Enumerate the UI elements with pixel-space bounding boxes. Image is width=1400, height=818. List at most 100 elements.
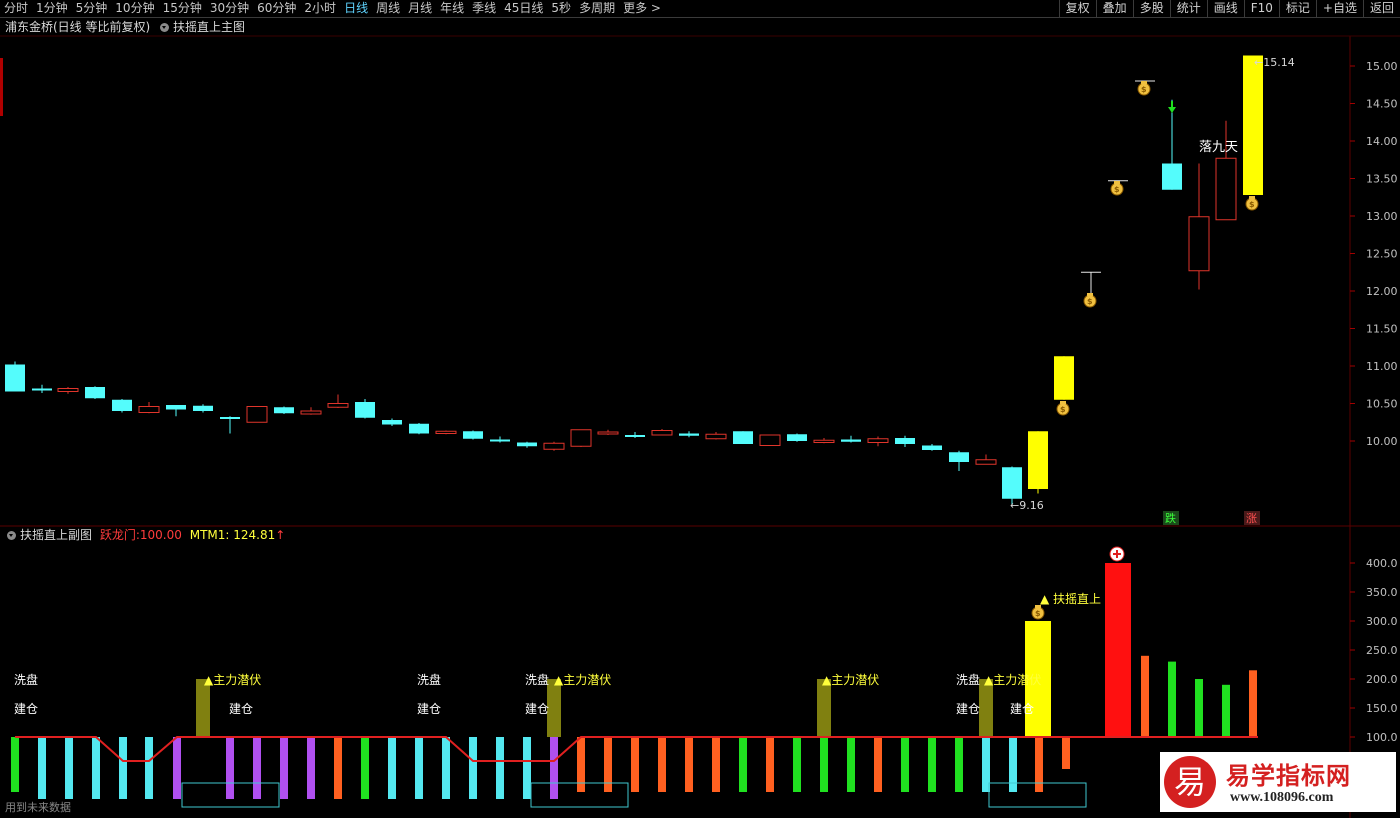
candlesticks [5,55,1263,504]
sub-bar-down [658,737,666,792]
fuyao-label: ▲ 扶摇直上 [1040,591,1101,606]
sub-bar-down [334,737,342,799]
sub-bar-down [38,737,46,799]
main-annotations: $ $ $ $ $ [1056,81,1259,416]
candle-body [274,407,294,414]
left-marker [0,58,3,116]
candle [355,399,375,419]
die-tag: 跌 [1165,511,1176,525]
candle [193,404,213,413]
candle-body [85,387,105,399]
candle-body [490,439,510,442]
sub-value-axis: 400.0 350.0 300.0 250.0 200.0 150.0 100.0 [1350,557,1398,744]
sub-bar-up [1249,670,1257,737]
money-bag-icon: $ [1110,181,1124,196]
xipan-label-3: 洗盘 [525,672,549,687]
candle [813,438,835,444]
watermark-banner: 易 易学指标网 www.108096.com [1160,752,1396,812]
sub-bar-up [979,679,993,737]
candle-body [1054,356,1074,400]
candle [922,444,942,451]
watermark-title: 易学指标网 [1226,762,1351,790]
candle [220,416,240,434]
sub-bar-down [712,737,720,792]
candle [463,430,483,440]
candle-body [975,459,997,465]
candle [570,429,592,447]
money-bag-sign: $ [1249,200,1255,209]
candle-body [246,406,268,423]
money-bag-neck [1087,293,1093,296]
candle [841,435,861,443]
candle-body [1162,163,1182,190]
xipan-label-4: 洗盘 [956,672,980,687]
candle [1028,431,1048,494]
candle [1243,55,1263,195]
candle [1054,356,1074,400]
money-bag-neck [1141,81,1147,84]
candle-body [463,431,483,439]
candle-body [435,430,457,434]
candle-body [597,431,619,435]
candle [543,441,565,451]
sub-bar-down [928,737,936,792]
zhuli-label-4: ▲主力潜伏 [984,673,1041,687]
sub-bar-down [145,737,153,799]
sub-bar-down [847,737,855,792]
candle-body [32,388,52,391]
money-bag-icon: $ [1245,196,1259,211]
price-tick-label: 12.50 [1366,248,1398,261]
candle [517,441,537,448]
money-bag-sign: $ [1060,405,1066,414]
high-price-marker: ←15.14 [1254,56,1295,69]
sub-bar-down [469,737,477,799]
sub-bar-up [1222,684,1230,737]
candle-body [300,410,322,415]
candle-body [327,403,349,408]
sub-bar-down [496,737,504,799]
money-bag-sign: $ [1087,297,1093,306]
sub-bar-down [1062,737,1070,769]
sub-bar-down [739,737,747,792]
sub-bar-up [547,679,561,737]
candle [409,423,429,435]
candle [1215,120,1237,221]
candle [679,431,699,438]
sub-bar-down [119,737,127,799]
candle-body [651,430,673,436]
sub-bar-down [92,737,100,799]
sub-bar-down [226,737,234,799]
sub-bar-down [388,737,396,799]
candle [597,429,619,435]
watermark-logo: 易 [1164,756,1216,808]
candle-body [1002,467,1022,499]
money-bag-sign: $ [1114,185,1120,194]
main-price-axis: 15.00 14.50 14.00 13.50 13.00 12.50 12.00 11.50… [1350,60,1398,448]
price-tick-label: 13.50 [1366,173,1398,186]
watermark-url: www.108096.com [1230,790,1334,805]
candle-body [867,438,889,443]
sub-bar-down [1035,737,1043,792]
sub-bar-down [1009,737,1017,792]
chart-canvas[interactable]: 15.00 14.50 14.00 13.50 13.00 12.50 12.00 11.50… [0,0,1400,818]
candle-body [813,439,835,443]
money-bag-neck [1114,181,1120,184]
candle [1162,99,1182,190]
zhuli-label-2: ▲主力潜伏 [554,673,611,687]
candle [1188,163,1210,290]
value-tick-label: 100.0 [1366,731,1398,744]
candle [327,394,349,408]
sub-bar-down [685,737,693,792]
green-arrow-icon [1168,101,1176,113]
sub-bar-down [361,737,369,799]
money-bag-icon: $ [1056,401,1070,416]
sub-bar-up [1168,661,1176,737]
money-bag-icon: $ [1137,81,1151,96]
candle [32,384,52,393]
candle-body [922,445,942,450]
sub-bar-down [280,737,288,799]
money-bag-neck [1249,196,1255,199]
candle [85,386,105,399]
zhuli-label-1: ▲主力潜伏 [204,673,261,687]
sub-bar-down [307,737,315,799]
